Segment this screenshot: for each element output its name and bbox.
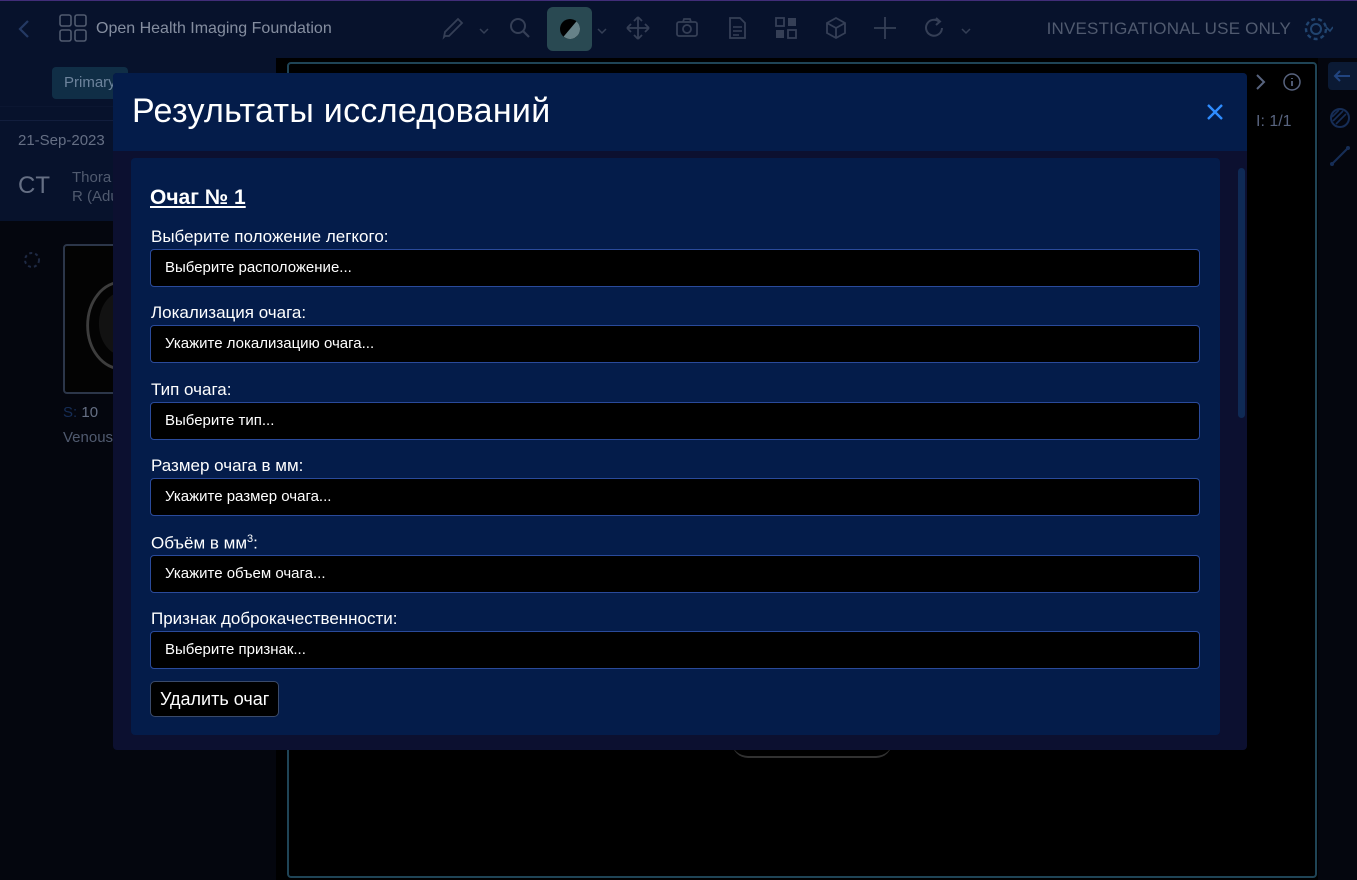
volume-label: Объём в мм3: bbox=[151, 533, 258, 554]
modal-scrollbar-thumb[interactable] bbox=[1238, 168, 1245, 418]
lesion-size-input[interactable]: Укажите размер очага... bbox=[150, 478, 1200, 516]
benign-sign-select[interactable]: Выберите признак... bbox=[150, 631, 1200, 669]
volume-input[interactable]: Укажите объем очага... bbox=[150, 555, 1200, 593]
lung-position-label: Выберите положение легкого: bbox=[151, 227, 389, 246]
delete-lesion-button[interactable]: Удалить очаг bbox=[150, 681, 280, 717]
volume-label-text: Объём в мм bbox=[151, 533, 248, 553]
volume-label-colon: : bbox=[253, 533, 258, 553]
lung-position-select[interactable]: Выберите расположение... bbox=[150, 249, 1200, 287]
lesion-title: Очаг № 1 bbox=[150, 186, 246, 209]
study-results-modal: Результаты исследований Очаг № 1 Выберит… bbox=[113, 73, 1247, 750]
lesion-type-select[interactable]: Выберите тип... bbox=[150, 402, 1200, 440]
close-icon[interactable] bbox=[1203, 100, 1227, 124]
modal-title: Результаты исследований bbox=[132, 92, 551, 130]
lesion-size-label: Размер очага в мм: bbox=[151, 456, 304, 475]
modal-body: Очаг № 1 Выберите положение легкого: Выб… bbox=[131, 158, 1220, 735]
localization-select[interactable]: Укажите локализацию очага... bbox=[150, 325, 1200, 363]
modal-header: Результаты исследований bbox=[113, 73, 1247, 151]
lesion-type-label: Тип очага: bbox=[151, 380, 232, 399]
benign-sign-label: Признак доброкачественности: bbox=[151, 609, 398, 628]
localization-label: Локализация очага: bbox=[151, 303, 307, 322]
